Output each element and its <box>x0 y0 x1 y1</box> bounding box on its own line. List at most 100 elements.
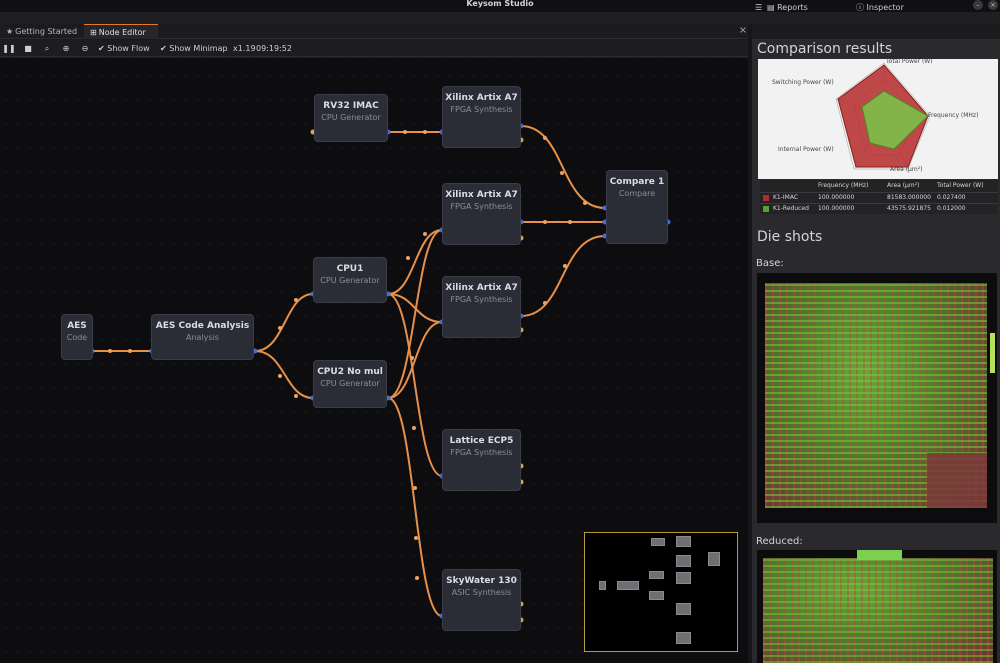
node-aes[interactable]: AES Code <box>61 314 93 360</box>
die-shots-title: Die shots <box>757 229 823 245</box>
node-subtitle: FPGA Synthesis <box>450 202 513 211</box>
editor-tab-bar: ★ Getting Started ⊞ Node Editor × <box>0 24 750 39</box>
node-subtitle: FPGA Synthesis <box>450 105 513 114</box>
radar-axis-label: Frequency (MHz) <box>928 112 979 119</box>
node-title: AES <box>67 321 87 331</box>
show-flow-toggle[interactable]: ✔ Show Flow <box>98 40 150 57</box>
node-xilinx-artix-2[interactable]: Xilinx Artix A7 FPGA Synthesis <box>442 183 521 245</box>
cell-frequency: 100.000000 <box>818 205 855 212</box>
base-label: Base: <box>756 258 784 269</box>
minimap-node <box>676 632 691 644</box>
menu-icon[interactable]: ☰ <box>755 0 762 15</box>
node-cpu2-no-mul[interactable]: CPU2 No mul CPU Generator <box>313 360 387 408</box>
row-name: K1-IMAC <box>773 194 799 201</box>
node-subtitle: FPGA Synthesis <box>450 448 513 457</box>
comparison-title: Comparison results <box>757 41 893 57</box>
die-shot-reduced <box>757 550 997 663</box>
node-canvas[interactable]: RV32 IMAC CPU Generator Xilinx Artix A7 … <box>0 58 748 663</box>
info-icon: ⓘ <box>856 3 864 12</box>
series-swatch <box>763 195 769 201</box>
radar-axis-label: Internal Power (W) <box>778 146 834 153</box>
minimap-node <box>708 552 720 566</box>
node-cpu1[interactable]: CPU1 CPU Generator <box>313 257 387 303</box>
zoom-in-icon[interactable]: ⊕ <box>59 40 73 57</box>
node-title: SkyWater 130 <box>446 576 517 586</box>
tab-node-editor[interactable]: ⊞ Node Editor <box>84 24 158 39</box>
reduced-label: Reduced: <box>756 536 803 547</box>
minimap-node <box>676 572 691 584</box>
node-skywater-130[interactable]: SkyWater 130 ASIC Synthesis <box>442 569 521 631</box>
minimap-node <box>649 571 664 579</box>
table-header-row: Frequency (MHz) Area (µm²) Total Power (… <box>760 181 998 191</box>
node-title: Compare 1 <box>609 177 665 187</box>
node-lattice-ecp5[interactable]: Lattice ECP5 FPGA Synthesis <box>442 429 521 491</box>
node-icon: ⊞ <box>90 28 97 37</box>
minimap-node <box>599 581 606 590</box>
zoom-out-icon[interactable]: ⊖ <box>78 40 92 57</box>
node-title: AES Code Analysis <box>155 321 250 331</box>
cell-total-power: 0.012000 <box>937 205 966 212</box>
comparison-table: Frequency (MHz) Area (µm²) Total Power (… <box>760 180 998 214</box>
tab-getting-started[interactable]: ★ Getting Started <box>0 24 82 39</box>
radar-chart: Total Power (W) Frequency (MHz) Area (µm… <box>758 58 998 179</box>
report-icon: ▤ <box>767 3 775 12</box>
title-bar: Keysom Studio – × <box>0 0 1000 12</box>
clock-time: 09:19:52 <box>256 44 292 53</box>
radar-axis-label: Total Power (W) <box>886 58 933 65</box>
menu-strip <box>0 12 1000 24</box>
tab-inspector[interactable]: ⓘ Inspector <box>856 0 904 15</box>
minimap-node <box>651 538 665 546</box>
tab-label: Node Editor <box>98 28 146 37</box>
table-row: K1-IMAC 100.000000 81583.000000 0.027400 <box>760 192 998 202</box>
node-editor-toolbar: ❚❚ ■ ⌕ ⊕ ⊖ ✔ Show Flow ✔ Show Minimap x1… <box>0 40 750 57</box>
node-subtitle: CPU Generator <box>320 379 380 388</box>
node-subtitle: ASIC Synthesis <box>451 588 512 597</box>
show-minimap-label: Show Minimap <box>169 44 228 53</box>
right-tab-bar <box>752 24 1000 39</box>
show-minimap-toggle[interactable]: ✔ Show Minimap <box>160 40 228 57</box>
minimap[interactable] <box>584 532 738 652</box>
radar-svg <box>835 62 931 170</box>
minimap-node <box>617 581 639 590</box>
node-subtitle: CPU Generator <box>320 276 380 285</box>
minimap-node <box>676 555 691 567</box>
table-header: Area (µm²) <box>887 182 920 189</box>
table-header: Frequency (MHz) <box>818 182 869 189</box>
search-icon[interactable]: ⌕ <box>40 40 54 57</box>
node-subtitle: Analysis <box>186 333 219 342</box>
node-compare-1[interactable]: Compare 1 Compare <box>606 170 668 244</box>
node-title: RV32 IMAC <box>323 101 379 111</box>
cell-area: 81583.000000 <box>887 194 931 201</box>
minimize-icon[interactable]: – <box>973 0 983 10</box>
stop-icon[interactable]: ■ <box>21 40 35 57</box>
die-shot-base <box>757 273 997 523</box>
close-window-icon[interactable]: × <box>988 0 998 10</box>
node-title: Xilinx Artix A7 <box>445 190 518 200</box>
star-icon: ★ <box>6 27 14 36</box>
node-subtitle: Code <box>66 333 88 342</box>
tab-label: Inspector <box>866 3 904 12</box>
node-title: Lattice ECP5 <box>449 436 514 446</box>
node-aes-code-analysis[interactable]: AES Code Analysis Analysis <box>151 314 254 360</box>
node-xilinx-artix-3[interactable]: Xilinx Artix A7 FPGA Synthesis <box>442 276 521 338</box>
cell-area: 43575.921875 <box>887 205 931 212</box>
row-name: K1-Reduced <box>773 205 809 212</box>
node-subtitle: CPU Generator <box>321 113 381 122</box>
table-row: K1-Reduced 100.000000 43575.921875 0.012… <box>760 203 998 213</box>
tab-reports[interactable]: ▤ Reports <box>767 0 808 15</box>
radar-axis-label: Area (µm²) <box>890 166 923 173</box>
tab-label: Reports <box>777 3 808 12</box>
node-rv32-imac[interactable]: RV32 IMAC CPU Generator <box>314 94 388 142</box>
minimap-node <box>676 536 691 547</box>
cell-frequency: 100.000000 <box>818 194 855 201</box>
show-flow-label: Show Flow <box>107 44 150 53</box>
series-swatch <box>763 206 769 212</box>
tab-label: Getting Started <box>15 27 78 36</box>
pause-icon[interactable]: ❚❚ <box>2 40 16 57</box>
node-title: CPU2 No mul <box>317 367 383 377</box>
node-subtitle: FPGA Synthesis <box>450 295 513 304</box>
node-xilinx-artix-1[interactable]: Xilinx Artix A7 FPGA Synthesis <box>442 86 521 148</box>
node-subtitle: Compare <box>618 189 656 198</box>
node-title: Xilinx Artix A7 <box>445 283 518 293</box>
minimap-node <box>649 591 664 600</box>
